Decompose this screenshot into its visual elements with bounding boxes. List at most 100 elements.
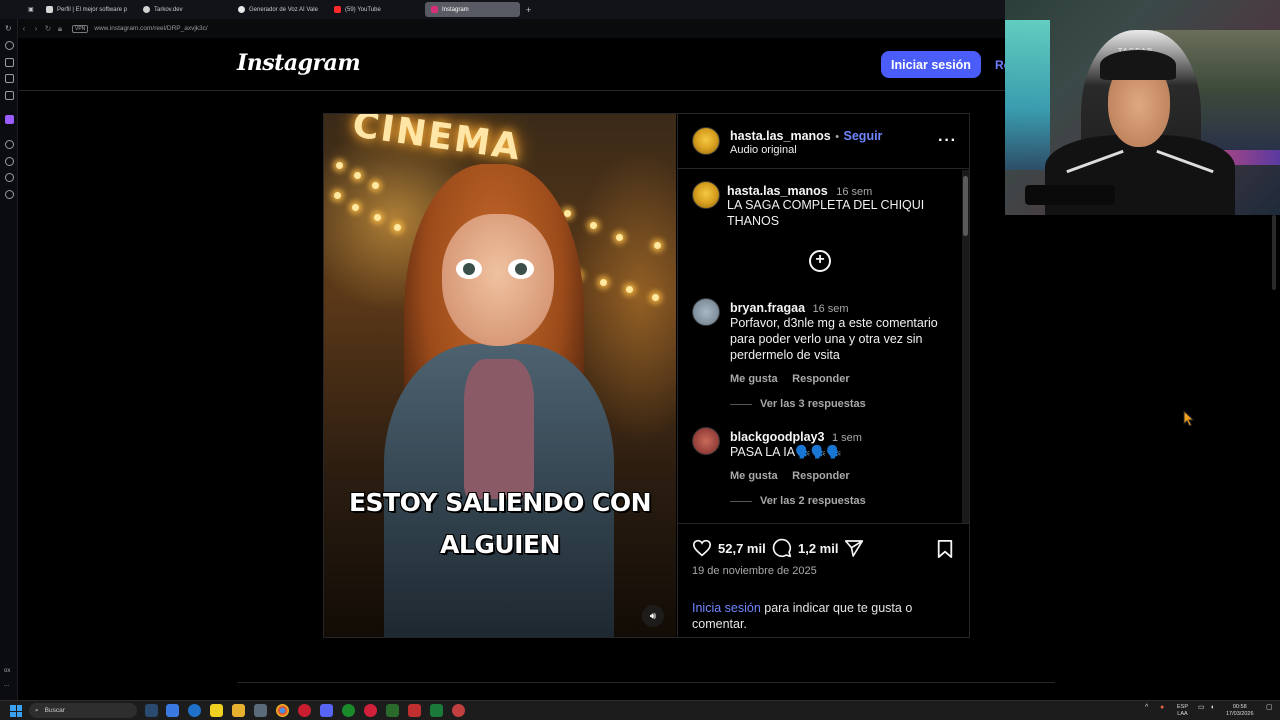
- page-scroll-thumb[interactable]: [1272, 215, 1276, 290]
- caption-text: LA SAGA COMPLETA DEL CHIQUI THANOS: [727, 197, 924, 229]
- heart-icon[interactable]: [692, 539, 712, 557]
- capture-app-icon[interactable]: [408, 704, 421, 717]
- tab-instagram[interactable]: Instagram: [425, 2, 520, 17]
- taskbar-search[interactable]: ⌕ Buscar: [29, 703, 137, 718]
- marquee-light: [616, 234, 623, 241]
- instagram-page: Instagram Iniciar sesión Re CINEMA ESTOY…: [19, 38, 1055, 700]
- forward-icon[interactable]: ›: [30, 24, 42, 33]
- sticky-notes-icon[interactable]: [210, 704, 223, 717]
- bookmark-icon[interactable]: [936, 539, 954, 559]
- network-icon[interactable]: ▭: [1198, 704, 1205, 711]
- windows-start-icon[interactable]: [10, 705, 22, 717]
- replies-line: [730, 403, 752, 405]
- clock-icon[interactable]: [5, 157, 14, 166]
- tab-label: Perfil | El mejor software p: [57, 6, 127, 13]
- audio-label[interactable]: Audio original: [730, 144, 797, 156]
- video-caption-line1: ESTOY SALIENDO CON: [348, 488, 652, 517]
- ellipsis-icon[interactable]: ···: [938, 132, 957, 150]
- login-note-link[interactable]: Inicia sesión: [692, 601, 761, 615]
- cam-microphone: [1025, 185, 1115, 205]
- discord-icon[interactable]: [320, 704, 333, 717]
- notifications-icon[interactable]: ▢: [1266, 704, 1273, 711]
- follow-button[interactable]: Seguir: [844, 129, 883, 143]
- new-tab-button[interactable]: +: [520, 2, 534, 17]
- history-icon[interactable]: [5, 41, 14, 50]
- tray-chevron-icon[interactable]: ^: [1145, 704, 1148, 711]
- comment-like-button[interactable]: Me gusta: [730, 373, 778, 385]
- marquee-light: [372, 182, 379, 189]
- game-launcher-icon[interactable]: [386, 704, 399, 717]
- wallet-icon[interactable]: [5, 58, 14, 67]
- edge-icon[interactable]: [188, 704, 201, 717]
- reload-icon[interactable]: ↻: [5, 24, 14, 33]
- comment-username[interactable]: bryan.fragaa: [730, 301, 805, 315]
- comment-reply-button[interactable]: Responder: [792, 373, 849, 385]
- tab-perfil[interactable]: Perfil | El mejor software p: [40, 2, 132, 17]
- caption-avatar[interactable]: [692, 181, 720, 209]
- comment-username[interactable]: blackgoodplay3: [730, 430, 824, 444]
- app-icon[interactable]: [254, 704, 267, 717]
- login-note: Inicia sesión para indicar que te gusta …: [692, 600, 932, 632]
- language-indicator[interactable]: ESP LAA: [1177, 704, 1188, 718]
- author-username[interactable]: hasta.las_manos: [730, 129, 831, 143]
- view-replies-button[interactable]: Ver las 3 respuestas: [730, 398, 866, 410]
- page-scrollbar[interactable]: [1271, 215, 1277, 695]
- volume-icon[interactable]: ◖: [1210, 704, 1214, 711]
- comments-list[interactable]: hasta.las_manos 16 sem LA SAGA COMPLETA …: [678, 170, 970, 523]
- opera-icon[interactable]: [298, 704, 311, 717]
- chrome-icon[interactable]: [276, 704, 289, 717]
- tab-menu-icon[interactable]: ▣: [22, 2, 36, 17]
- comment-reply-button[interactable]: Responder: [792, 470, 849, 482]
- microphone-icon[interactable]: ●: [1160, 704, 1164, 711]
- tab-youtube[interactable]: (59) YouTube: [328, 2, 420, 17]
- store-icon[interactable]: [166, 704, 179, 717]
- tab-bar: ▣ Perfil | El mejor software p Tarkov.de…: [0, 0, 1005, 19]
- reel-video[interactable]: CINEMA ESTOY SALIENDO CON ALGUIEN �: [324, 114, 676, 637]
- caption-username[interactable]: hasta.las_manos: [727, 184, 828, 198]
- comment-icon[interactable]: [772, 538, 792, 558]
- language-code: ESP: [1177, 704, 1189, 710]
- pinboard-icon[interactable]: [5, 74, 14, 83]
- ig-header: Instagram Iniciar sesión Re: [19, 38, 1010, 91]
- settings-icon[interactable]: [5, 190, 14, 199]
- marquee-light: [394, 224, 401, 231]
- opera-ai-icon[interactable]: [5, 140, 14, 149]
- messenger-icon[interactable]: [5, 173, 14, 182]
- obs-icon[interactable]: [452, 704, 465, 717]
- instagram-logo[interactable]: Instagram: [237, 50, 361, 76]
- comments-scroll-thumb[interactable]: [963, 176, 968, 236]
- reload-icon[interactable]: ↻: [42, 24, 54, 33]
- author-avatar[interactable]: [692, 127, 720, 155]
- comment-like-button[interactable]: Me gusta: [730, 470, 778, 482]
- xbox-icon[interactable]: [342, 704, 355, 717]
- plus-circle-icon[interactable]: +: [809, 250, 831, 272]
- character-face: [442, 214, 554, 346]
- marquee-light: [336, 162, 343, 169]
- speaker-icon[interactable]: 🔊︎: [642, 605, 664, 627]
- twitch-icon[interactable]: [5, 115, 14, 124]
- task-view-icon[interactable]: [145, 704, 158, 717]
- marquee-light: [654, 242, 661, 249]
- marquee-light: [374, 214, 381, 221]
- commenter-avatar[interactable]: [692, 298, 720, 326]
- post-side-panel: hasta.las_manos • Seguir Audio original …: [677, 114, 970, 637]
- file-explorer-icon[interactable]: [232, 704, 245, 717]
- share-icon[interactable]: [844, 539, 864, 558]
- clock[interactable]: 00:58 17/03/2026: [1226, 704, 1254, 718]
- tab-tarkov[interactable]: Tarkov.dev: [137, 2, 227, 17]
- tab-favicon-icon: [238, 6, 245, 13]
- tab-voz-ai[interactable]: Generador de Voz AI Vale: [232, 2, 324, 17]
- sidebar-more-icon[interactable]: ...: [4, 682, 9, 688]
- view-replies-button[interactable]: Ver las 2 respuestas: [730, 495, 866, 507]
- media-player-icon[interactable]: [364, 704, 377, 717]
- url-field[interactable]: www.instagram.com/reel/DRP_axvjk3c/: [94, 25, 207, 32]
- player-icon[interactable]: [5, 91, 14, 100]
- vpn-badge[interactable]: VPN: [72, 24, 89, 33]
- excel-icon[interactable]: [430, 704, 443, 717]
- tab-label: Generador de Voz AI Vale: [249, 6, 318, 13]
- commenter-avatar[interactable]: [692, 427, 720, 455]
- login-button[interactable]: Iniciar sesión: [881, 51, 981, 78]
- marquee-light: [352, 204, 359, 211]
- back-icon[interactable]: ‹: [18, 24, 30, 33]
- lock-icon: 🔒︎: [57, 23, 63, 33]
